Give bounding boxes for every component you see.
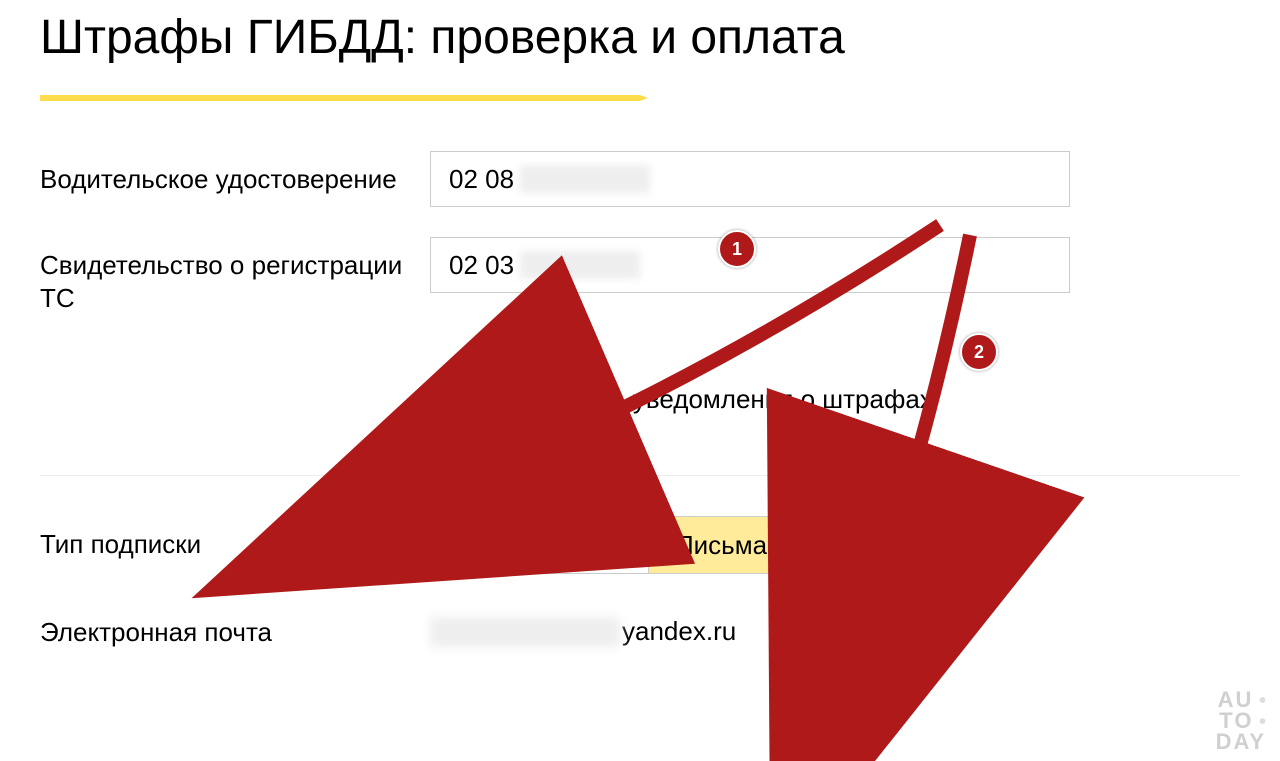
label-subscription-type: Тип подписки [40, 516, 430, 561]
input-vehicle-registration[interactable]: 02 03 [430, 237, 1070, 293]
input-driver-license-value: 02 08 [449, 164, 514, 195]
row-email: Электронная почта yandex.ru [40, 604, 1240, 649]
email-domain: yandex.ru [622, 616, 736, 647]
input-vehicle-registration-value: 02 03 [449, 250, 514, 281]
value-email: yandex.ru [430, 604, 1240, 647]
label-driver-license: Водительское удостоверение [40, 151, 430, 196]
page-title: Штрафы ГИБДД: проверка и оплата [40, 10, 1240, 65]
toggle-option-letters[interactable]: Письма [649, 517, 793, 573]
input-driver-license[interactable]: 02 08 [430, 151, 1070, 207]
toggle-option-letters-sms[interactable]: Письма и смс [431, 517, 649, 573]
checkbox-notifications[interactable]: ✓ [470, 387, 496, 413]
row-vehicle-registration: Свидетельство о регистрации ТС 02 03 [40, 237, 1240, 314]
progress-bar [40, 95, 1240, 101]
redacted-license [520, 165, 650, 193]
row-subscription-type: Тип подписки Письма и смс Письма [40, 516, 1240, 574]
watermark: AU • TO • DAY [1216, 690, 1266, 753]
toggle-subscription-type: Письма и смс Письма [430, 516, 794, 574]
label-vehicle-registration: Свидетельство о регистрации ТС [40, 237, 430, 314]
redacted-email [430, 617, 620, 647]
row-driver-license: Водительское удостоверение 02 08 [40, 151, 1240, 207]
redacted-registration [520, 251, 640, 279]
row-notifications: ✓ Получать уведомления о штрафах [470, 384, 1240, 415]
label-email: Электронная почта [40, 604, 430, 649]
label-notifications: Получать уведомления о штрафах [512, 384, 933, 415]
